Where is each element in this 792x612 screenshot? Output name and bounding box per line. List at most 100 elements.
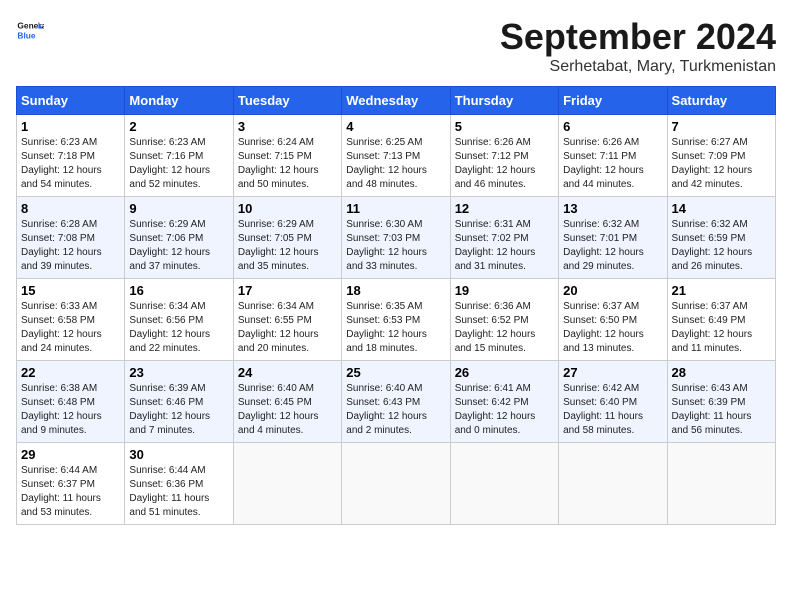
day-number: 17	[238, 283, 337, 298]
calendar-cell: 21 Sunrise: 6:37 AM Sunset: 6:49 PM Dayli…	[667, 279, 775, 361]
calendar-cell: 14 Sunrise: 6:32 AM Sunset: 6:59 PM Dayli…	[667, 197, 775, 279]
day-info: Sunrise: 6:39 AM Sunset: 6:46 PM Dayligh…	[129, 382, 228, 438]
calendar-cell: 26 Sunrise: 6:41 AM Sunset: 6:42 PM Dayli…	[450, 361, 558, 443]
day-info: Sunrise: 6:41 AM Sunset: 6:42 PM Dayligh…	[455, 382, 554, 438]
calendar-week-2: 8 Sunrise: 6:28 AM Sunset: 7:08 PM Daylig…	[17, 197, 776, 279]
weekday-header-friday: Friday	[559, 87, 667, 115]
logo: General Blue	[16, 16, 44, 44]
calendar-cell: 28 Sunrise: 6:43 AM Sunset: 6:39 PM Dayli…	[667, 361, 775, 443]
calendar-cell: 10 Sunrise: 6:29 AM Sunset: 7:05 PM Dayli…	[233, 197, 341, 279]
day-number: 7	[672, 119, 771, 134]
day-number: 18	[346, 283, 445, 298]
calendar-cell: 2 Sunrise: 6:23 AM Sunset: 7:16 PM Daylig…	[125, 115, 233, 197]
day-number: 2	[129, 119, 228, 134]
day-info: Sunrise: 6:32 AM Sunset: 7:01 PM Dayligh…	[563, 218, 662, 274]
day-number: 11	[346, 201, 445, 216]
day-info: Sunrise: 6:43 AM Sunset: 6:39 PM Dayligh…	[672, 382, 771, 438]
day-number: 24	[238, 365, 337, 380]
day-info: Sunrise: 6:44 AM Sunset: 6:37 PM Dayligh…	[21, 464, 120, 520]
day-number: 10	[238, 201, 337, 216]
calendar-cell: 9 Sunrise: 6:29 AM Sunset: 7:06 PM Daylig…	[125, 197, 233, 279]
day-number: 23	[129, 365, 228, 380]
day-info: Sunrise: 6:29 AM Sunset: 7:06 PM Dayligh…	[129, 218, 228, 274]
calendar-cell: 15Sunrise: 6:33 AM Sunset: 6:58 PM Dayli…	[17, 279, 125, 361]
weekday-header-sunday: Sunday	[17, 87, 125, 115]
calendar-week-4: 22 Sunrise: 6:38 AM Sunset: 6:48 PM Dayli…	[17, 361, 776, 443]
day-number: 5	[455, 119, 554, 134]
day-info: Sunrise: 6:24 AM Sunset: 7:15 PM Dayligh…	[238, 136, 337, 192]
calendar-cell: 6 Sunrise: 6:26 AM Sunset: 7:11 PM Daylig…	[559, 115, 667, 197]
day-number: 27	[563, 365, 662, 380]
calendar-table: SundayMondayTuesdayWednesdayThursdayFrid…	[16, 86, 776, 525]
day-info: Sunrise: 6:26 AM Sunset: 7:11 PM Dayligh…	[563, 136, 662, 192]
calendar-cell: 18Sunrise: 6:35 AM Sunset: 6:53 PM Dayli…	[342, 279, 450, 361]
day-info: Sunrise: 6:40 AM Sunset: 6:45 PM Dayligh…	[238, 382, 337, 438]
calendar-cell: 20 Sunrise: 6:37 AM Sunset: 6:50 PM Dayli…	[559, 279, 667, 361]
calendar-cell: 13 Sunrise: 6:32 AM Sunset: 7:01 PM Dayli…	[559, 197, 667, 279]
calendar-body: 1Sunrise: 6:23 AM Sunset: 7:18 PM Daylig…	[17, 115, 776, 525]
day-info: Sunrise: 6:40 AM Sunset: 6:43 PM Dayligh…	[346, 382, 445, 438]
calendar-cell: 16Sunrise: 6:34 AM Sunset: 6:56 PM Dayli…	[125, 279, 233, 361]
weekday-header-thursday: Thursday	[450, 87, 558, 115]
calendar-cell: 5 Sunrise: 6:26 AM Sunset: 7:12 PM Daylig…	[450, 115, 558, 197]
day-info: Sunrise: 6:23 AM Sunset: 7:16 PM Dayligh…	[129, 136, 228, 192]
day-number: 9	[129, 201, 228, 216]
day-info: Sunrise: 6:37 AM Sunset: 6:49 PM Dayligh…	[672, 300, 771, 356]
day-info: Sunrise: 6:27 AM Sunset: 7:09 PM Dayligh…	[672, 136, 771, 192]
day-number: 13	[563, 201, 662, 216]
calendar-title: September 2024	[500, 16, 776, 58]
weekday-header-row: SundayMondayTuesdayWednesdayThursdayFrid…	[17, 87, 776, 115]
calendar-cell: 7 Sunrise: 6:27 AM Sunset: 7:09 PM Daylig…	[667, 115, 775, 197]
day-number: 26	[455, 365, 554, 380]
header: General Blue September 2024 Serhetabat, …	[16, 16, 776, 76]
weekday-header-tuesday: Tuesday	[233, 87, 341, 115]
day-number: 6	[563, 119, 662, 134]
day-info: Sunrise: 6:32 AM Sunset: 6:59 PM Dayligh…	[672, 218, 771, 274]
calendar-cell: 22 Sunrise: 6:38 AM Sunset: 6:48 PM Dayli…	[17, 361, 125, 443]
day-info: Sunrise: 6:29 AM Sunset: 7:05 PM Dayligh…	[238, 218, 337, 274]
day-number: 30	[129, 447, 228, 462]
calendar-cell: 3Sunrise: 6:24 AM Sunset: 7:15 PM Daylig…	[233, 115, 341, 197]
day-number: 20	[563, 283, 662, 298]
day-info: Sunrise: 6:28 AM Sunset: 7:08 PM Dayligh…	[21, 218, 120, 274]
day-info: Sunrise: 6:38 AM Sunset: 6:48 PM Dayligh…	[21, 382, 120, 438]
day-number: 8	[21, 201, 120, 216]
calendar-cell: 19 Sunrise: 6:36 AM Sunset: 6:52 PM Dayli…	[450, 279, 558, 361]
calendar-subtitle: Serhetabat, Mary, Turkmenistan	[500, 58, 776, 76]
day-number: 21	[672, 283, 771, 298]
day-number: 16	[129, 283, 228, 298]
calendar-cell: 4Sunrise: 6:25 AM Sunset: 7:13 PM Daylig…	[342, 115, 450, 197]
calendar-week-5: 29 Sunrise: 6:44 AM Sunset: 6:37 PM Dayli…	[17, 443, 776, 525]
day-info: Sunrise: 6:37 AM Sunset: 6:50 PM Dayligh…	[563, 300, 662, 356]
day-number: 14	[672, 201, 771, 216]
day-number: 12	[455, 201, 554, 216]
calendar-cell: 27Sunrise: 6:42 AM Sunset: 6:40 PM Dayli…	[559, 361, 667, 443]
day-number: 28	[672, 365, 771, 380]
calendar-cell: 30 Sunrise: 6:44 AM Sunset: 6:36 PM Dayli…	[125, 443, 233, 525]
calendar-cell	[667, 443, 775, 525]
day-info: Sunrise: 6:25 AM Sunset: 7:13 PM Dayligh…	[346, 136, 445, 192]
weekday-header-wednesday: Wednesday	[342, 87, 450, 115]
weekday-header-monday: Monday	[125, 87, 233, 115]
day-info: Sunrise: 6:26 AM Sunset: 7:12 PM Dayligh…	[455, 136, 554, 192]
day-number: 29	[21, 447, 120, 462]
calendar-cell	[342, 443, 450, 525]
day-number: 1	[21, 119, 120, 134]
calendar-cell: 8 Sunrise: 6:28 AM Sunset: 7:08 PM Daylig…	[17, 197, 125, 279]
calendar-cell	[559, 443, 667, 525]
day-number: 15	[21, 283, 120, 298]
day-info: Sunrise: 6:34 AM Sunset: 6:55 PM Dayligh…	[238, 300, 337, 356]
calendar-cell: 25 Sunrise: 6:40 AM Sunset: 6:43 PM Dayli…	[342, 361, 450, 443]
day-number: 22	[21, 365, 120, 380]
weekday-header-saturday: Saturday	[667, 87, 775, 115]
calendar-cell: 12Sunrise: 6:31 AM Sunset: 7:02 PM Dayli…	[450, 197, 558, 279]
day-info: Sunrise: 6:36 AM Sunset: 6:52 PM Dayligh…	[455, 300, 554, 356]
calendar-cell: 17 Sunrise: 6:34 AM Sunset: 6:55 PM Dayli…	[233, 279, 341, 361]
calendar-week-1: 1Sunrise: 6:23 AM Sunset: 7:18 PM Daylig…	[17, 115, 776, 197]
day-number: 25	[346, 365, 445, 380]
calendar-cell: 1Sunrise: 6:23 AM Sunset: 7:18 PM Daylig…	[17, 115, 125, 197]
calendar-cell: 24 Sunrise: 6:40 AM Sunset: 6:45 PM Dayli…	[233, 361, 341, 443]
day-info: Sunrise: 6:44 AM Sunset: 6:36 PM Dayligh…	[129, 464, 228, 520]
calendar-cell: 29 Sunrise: 6:44 AM Sunset: 6:37 PM Dayli…	[17, 443, 125, 525]
day-number: 19	[455, 283, 554, 298]
